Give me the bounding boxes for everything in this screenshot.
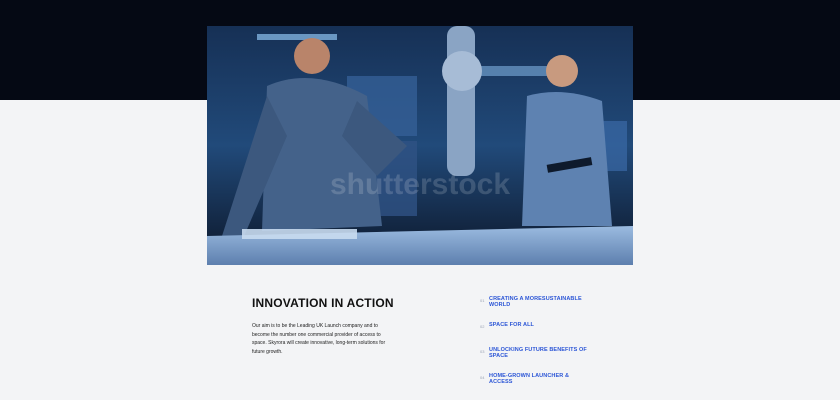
feature-link-sustainable[interactable]: 01 CREATING A MORESUSTAINABLE WORLD (480, 296, 589, 308)
feature-link-number: 04 (480, 374, 485, 380)
section-title: INNOVATION IN ACTION (252, 296, 394, 310)
feature-link-number: 03 (480, 348, 485, 354)
feature-link-launcher-access[interactable]: 04 HOME-GROWN LAUNCHER & ACCESS (480, 373, 589, 385)
feature-link-number: 02 (480, 323, 485, 329)
section-body: Our aim is to be the Leading UK Launch c… (252, 323, 386, 355)
feature-link-future-benefits[interactable]: 03 UNLOCKING FUTURE BENEFITS OF SPACE (480, 347, 589, 359)
hero-illustration: shutterstock (207, 26, 633, 265)
watermark-text: shutterstock (330, 168, 510, 201)
feature-link-number: 01 (480, 297, 485, 303)
feature-link-label[interactable]: UNLOCKING FUTURE BENEFITS OF SPACE (489, 347, 589, 359)
feature-link-label[interactable]: SPACE FOR ALL (489, 322, 589, 328)
feature-link-label[interactable]: CREATING A MORESUSTAINABLE WORLD (489, 296, 589, 308)
feature-link-space-for-all[interactable]: 02 SPACE FOR ALL (480, 322, 589, 329)
hero-image: shutterstock (207, 26, 633, 265)
feature-link-label[interactable]: HOME-GROWN LAUNCHER & ACCESS (489, 373, 589, 385)
